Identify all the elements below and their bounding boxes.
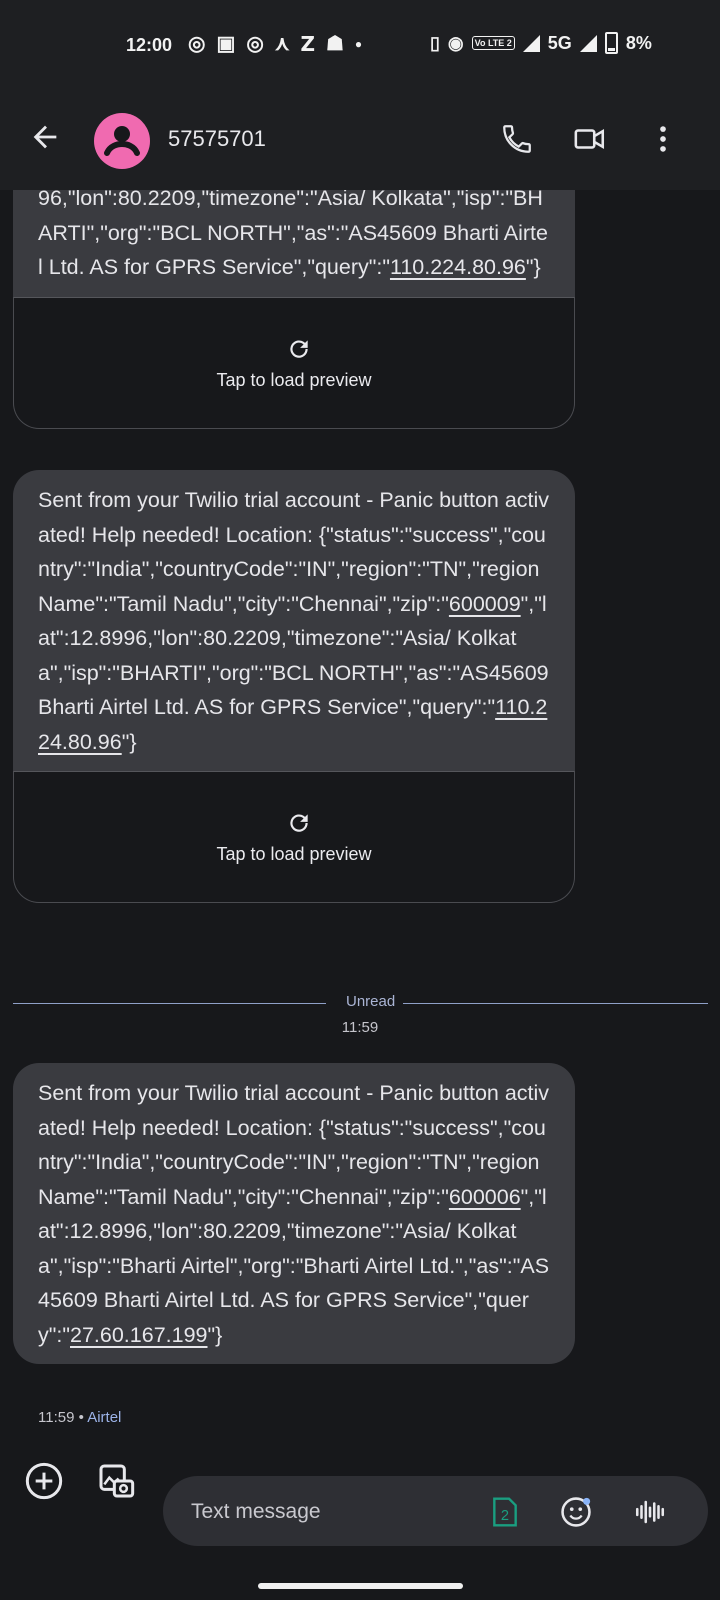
battery-icon [604,32,618,54]
load-preview-label: Tap to load preview [216,369,372,390]
instagram-icon: ◎ [246,33,264,55]
avatar[interactable] [94,113,150,169]
status-bar: 12:00 ◎ ▣ ◎ ⋏ Z ☗ ● ▯ ◉ Vo LTE 2 5G 8% [0,0,720,90]
refresh-icon [290,339,308,358]
link-preview-placeholder[interactable]: Tap to load preview [13,771,575,903]
back-arrow-icon[interactable] [28,120,62,154]
network-type: 5G [547,32,572,53]
dot-icon: ● [354,37,363,51]
carrier-label: Airtel [87,1409,122,1426]
refresh-icon [290,814,308,832]
network-icon: ⋏ [274,33,290,55]
ip-link[interactable]: 110.224.80.96 [390,255,526,279]
message-input[interactable] [189,1476,483,1548]
gallery-camera-icon[interactable] [96,1461,136,1501]
vibrate-icon: ▯ [430,32,440,53]
snapchat-icon: ☗ [325,33,344,55]
unread-label: Unread [346,993,396,1010]
sim-number: 2 [501,1508,509,1524]
teams-icon: ▣ [216,33,236,55]
hotspot-icon: ◉ [447,32,464,53]
meta-separator: • [78,1409,84,1426]
zip-link[interactable]: 600009 [449,592,521,616]
battery-percent: 8% [625,32,652,53]
emoji-icon[interactable] [559,1495,593,1529]
contact-title[interactable]: 57575701 [168,126,266,152]
person-icon [104,126,140,156]
message-bubble[interactable]: Sent from your Twilio trial account - Pa… [13,470,575,903]
compose-bar: 2 [0,1445,720,1565]
timestamp: 11:59 [341,1019,379,1036]
instagram-icon: ◎ [188,33,206,55]
home-indicator[interactable] [258,1583,463,1589]
status-right: ▯ ◉ Vo LTE 2 5G 8% [430,32,652,54]
signal-icon [579,34,597,52]
message-time: 11:59 [38,1409,75,1426]
phone-icon[interactable] [500,122,534,156]
message-list[interactable]: 96,"lon":80.2209,"timezone":"Asia/ Kolka… [0,190,720,1445]
message-bubble[interactable]: 96,"lon":80.2209,"timezone":"Asia/ Kolka… [13,190,575,429]
video-call-icon[interactable] [573,122,607,156]
link-preview-placeholder[interactable]: Tap to load preview [13,296,575,429]
zip-link[interactable]: 600006 [449,1185,521,1209]
ip-link[interactable]: 27.60.167.199 [70,1323,208,1347]
status-time: 12:00 [126,35,173,55]
zomato-icon: Z [300,32,315,56]
sim-selector-icon[interactable]: 2 [491,1496,519,1528]
message-bubble[interactable]: Sent from your Twilio trial account - Pa… [13,1063,575,1364]
voice-message-icon[interactable] [633,1495,667,1529]
notification-icons: ◎ ▣ ◎ ⋏ Z ☗ ● [188,32,373,56]
conversation-header: 57575701 [0,90,720,190]
message-meta: 11:59 • Airtel [38,1409,121,1426]
message-text: 96,"lon":80.2209,"timezone":"Asia/ Kolka… [38,190,548,279]
more-options-icon[interactable] [646,122,680,156]
load-preview-label: Tap to load preview [216,844,372,864]
add-attachment-icon[interactable] [24,1461,64,1501]
message-text: Sent from your Twilio trial account - Pa… [38,488,550,754]
message-input-container: 2 [163,1476,708,1548]
message-text: Sent from your Twilio trial account - Pa… [38,1081,550,1347]
unread-divider: Unread [13,993,708,1013]
volte-icon: Vo LTE 2 [471,36,515,50]
signal-icon [522,34,540,52]
